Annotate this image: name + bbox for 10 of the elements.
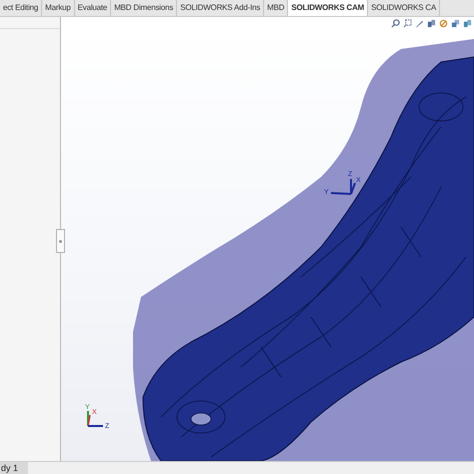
pencil-icon[interactable] (415, 19, 424, 28)
model-tab[interactable]: dy 1 (0, 462, 28, 474)
axis-triad-icon (330, 179, 356, 195)
ribbon-tab[interactable]: SOLIDWORKS CAM (288, 0, 368, 16)
ribbon-tab[interactable]: ect Editing (0, 0, 42, 16)
zoom-icon[interactable] (391, 19, 400, 28)
zoom-area-icon[interactable] (403, 19, 412, 28)
ribbon-tab[interactable]: Evaluate (74, 0, 112, 16)
axis-triad-icon (87, 411, 103, 427)
panel-splitter-handle[interactable] (56, 229, 65, 253)
